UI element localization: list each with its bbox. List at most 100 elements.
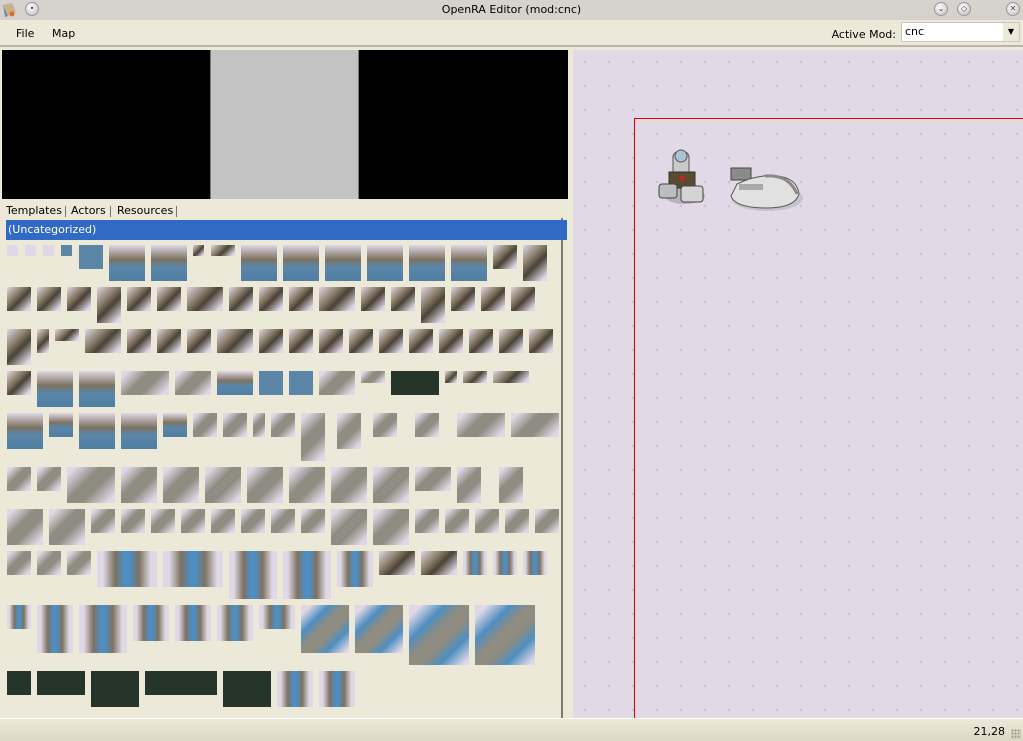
- template-tile[interactable]: [463, 551, 487, 575]
- template-tile[interactable]: [409, 605, 469, 665]
- menu-file[interactable]: File: [16, 27, 34, 40]
- template-tile[interactable]: [445, 371, 457, 383]
- template-tile[interactable]: [361, 371, 385, 383]
- template-tile[interactable]: [373, 509, 409, 545]
- template-tile[interactable]: [91, 671, 139, 707]
- template-tile[interactable]: [349, 329, 373, 353]
- template-tile[interactable]: [469, 329, 493, 353]
- template-tile[interactable]: [499, 329, 523, 353]
- template-tile[interactable]: [97, 551, 157, 587]
- minimap-viewport[interactable]: [210, 50, 359, 199]
- template-tile[interactable]: [109, 245, 145, 281]
- template-tile[interactable]: [319, 671, 355, 707]
- category-header[interactable]: (Uncategorized): [6, 220, 567, 240]
- template-tile[interactable]: [277, 671, 313, 707]
- menu-map[interactable]: Map: [52, 27, 75, 40]
- template-tile[interactable]: [409, 245, 445, 281]
- template-tile[interactable]: [37, 329, 49, 353]
- template-tile[interactable]: [79, 605, 127, 653]
- template-tile[interactable]: [415, 467, 451, 491]
- template-tile[interactable]: [373, 413, 397, 437]
- template-tile[interactable]: [211, 509, 235, 533]
- template-tile[interactable]: [259, 605, 295, 629]
- template-tile[interactable]: [499, 467, 523, 503]
- template-tile[interactable]: [61, 245, 72, 256]
- template-tile[interactable]: [319, 371, 355, 395]
- template-tile[interactable]: [271, 413, 295, 437]
- minimize-button[interactable]: ⌄: [934, 2, 948, 16]
- template-tile[interactable]: [241, 509, 265, 533]
- tab-templates[interactable]: Templates: [6, 204, 62, 217]
- template-tile[interactable]: [259, 287, 283, 311]
- template-tile[interactable]: [493, 551, 517, 575]
- template-tile[interactable]: [49, 413, 73, 437]
- actor-airstrip[interactable]: [727, 164, 807, 219]
- template-tile[interactable]: [217, 605, 253, 641]
- template-tile[interactable]: [337, 551, 373, 587]
- template-tile[interactable]: [289, 467, 325, 503]
- template-tile[interactable]: [493, 371, 529, 383]
- template-tile[interactable]: [7, 329, 31, 365]
- template-tile[interactable]: [505, 509, 529, 533]
- template-tile[interactable]: [163, 551, 223, 587]
- template-tile[interactable]: [415, 413, 439, 437]
- template-tile[interactable]: [175, 605, 211, 641]
- template-tile[interactable]: [37, 287, 61, 311]
- template-tile[interactable]: [379, 551, 415, 575]
- template-tile[interactable]: [25, 245, 36, 256]
- template-tile[interactable]: [481, 287, 505, 311]
- template-tile[interactable]: [97, 287, 121, 323]
- template-tile[interactable]: [121, 413, 157, 449]
- resize-grip[interactable]: [1011, 729, 1021, 739]
- template-tile[interactable]: [37, 605, 73, 653]
- template-tile[interactable]: [79, 413, 115, 449]
- template-tile[interactable]: [163, 467, 199, 503]
- template-tile[interactable]: [157, 329, 181, 353]
- template-tile[interactable]: [7, 287, 31, 311]
- template-tile[interactable]: [7, 509, 43, 545]
- template-tile[interactable]: [205, 467, 241, 503]
- map-canvas[interactable]: [573, 50, 1023, 718]
- template-tile[interactable]: [319, 329, 343, 353]
- template-tile[interactable]: [421, 551, 457, 575]
- template-tile[interactable]: [157, 287, 181, 311]
- template-tile[interactable]: [493, 245, 517, 269]
- template-tile[interactable]: [319, 287, 355, 311]
- template-tile[interactable]: [511, 413, 559, 437]
- template-tile[interactable]: [151, 509, 175, 533]
- minimap[interactable]: [2, 50, 568, 199]
- template-tile[interactable]: [289, 329, 313, 353]
- template-tile[interactable]: [289, 287, 313, 311]
- tab-actors[interactable]: Actors: [71, 204, 106, 217]
- template-tile[interactable]: [301, 509, 325, 533]
- template-tile[interactable]: [121, 371, 169, 395]
- close-button[interactable]: ✕: [1006, 2, 1020, 16]
- template-tile[interactable]: [67, 551, 91, 575]
- template-tile[interactable]: [55, 329, 79, 341]
- template-tile[interactable]: [475, 509, 499, 533]
- template-tile[interactable]: [229, 551, 277, 599]
- template-tile[interactable]: [529, 329, 553, 353]
- template-tile[interactable]: [151, 245, 187, 281]
- template-tile[interactable]: [301, 605, 349, 653]
- template-tile[interactable]: [223, 671, 271, 707]
- template-tile[interactable]: [121, 467, 157, 503]
- template-tile[interactable]: [91, 509, 115, 533]
- template-tile[interactable]: [271, 509, 295, 533]
- template-tile[interactable]: [7, 245, 18, 256]
- template-tile[interactable]: [523, 551, 547, 575]
- template-tile[interactable]: [7, 413, 43, 449]
- template-tile[interactable]: [79, 245, 103, 269]
- template-tile[interactable]: [127, 287, 151, 311]
- template-tile[interactable]: [7, 551, 31, 575]
- template-tile[interactable]: [49, 509, 85, 545]
- template-tile[interactable]: [409, 329, 433, 353]
- template-tile[interactable]: [511, 287, 535, 311]
- template-tile[interactable]: [37, 551, 61, 575]
- template-tile[interactable]: [241, 245, 277, 281]
- maximize-button[interactable]: ◇: [957, 2, 971, 16]
- template-tile[interactable]: [337, 413, 361, 449]
- template-tile[interactable]: [79, 371, 115, 407]
- template-tile[interactable]: [535, 509, 559, 533]
- template-tile[interactable]: [283, 551, 331, 599]
